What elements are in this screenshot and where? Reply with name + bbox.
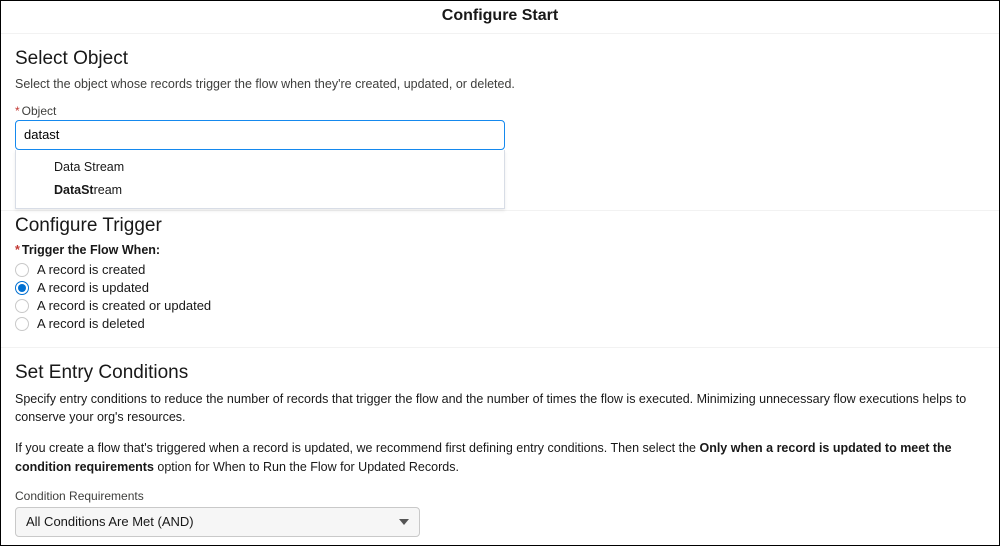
entry-conditions-heading: Set Entry Conditions: [15, 362, 985, 384]
select-object-section: Select Object Select the object whose re…: [1, 34, 999, 211]
para2-tail: option for When to Run the Flow for Upda…: [154, 460, 459, 474]
option-text-b: tream: [92, 160, 124, 174]
configure-start-dialog: Configure Start Select Object Select the…: [0, 0, 1000, 546]
option-rest-text: ream: [94, 183, 122, 197]
object-input[interactable]: [15, 120, 505, 150]
radio-icon: [15, 263, 29, 277]
object-field-label-text: Object: [22, 104, 57, 118]
entry-conditions-description-2: If you create a flow that's triggered wh…: [15, 439, 985, 477]
select-object-heading: Select Object: [15, 48, 985, 70]
radio-option-deleted[interactable]: A record is deleted: [15, 315, 985, 333]
chevron-down-icon: [399, 519, 409, 525]
required-indicator-icon: *: [15, 104, 20, 118]
trigger-when-label: *Trigger the Flow When:: [15, 243, 985, 257]
radio-option-created[interactable]: A record is created: [15, 261, 985, 279]
radio-icon: [15, 299, 29, 313]
para2-lead: If you create a flow that's triggered wh…: [15, 441, 699, 455]
radio-label: A record is updated: [37, 280, 149, 295]
object-dropdown: Data Stream DataStream: [15, 150, 505, 210]
condition-requirements-select[interactable]: All Conditions Are Met (AND): [15, 507, 420, 537]
configure-trigger-section: Configure Trigger *Trigger the Flow When…: [1, 211, 999, 348]
object-option-datastream[interactable]: DataStream: [16, 179, 504, 202]
radio-label: A record is created or updated: [37, 298, 211, 313]
condition-requirements-label: Condition Requirements: [15, 489, 985, 503]
object-field-label: *Object: [15, 104, 985, 118]
trigger-when-label-text: Trigger the Flow When:: [22, 243, 160, 257]
radio-option-updated[interactable]: A record is updated: [15, 279, 985, 297]
radio-label: A record is deleted: [37, 316, 145, 331]
option-text-a: Data S: [54, 160, 92, 174]
entry-conditions-section: Set Entry Conditions Specify entry condi…: [1, 348, 999, 546]
object-option-data-stream[interactable]: Data Stream: [16, 156, 504, 179]
object-combobox: Data Stream DataStream: [15, 120, 505, 150]
configure-trigger-heading: Configure Trigger: [15, 215, 985, 237]
entry-conditions-description-1: Specify entry conditions to reduce the n…: [15, 390, 985, 428]
trigger-when-radio-group: *Trigger the Flow When: A record is crea…: [15, 243, 985, 333]
option-match-text: DataSt: [54, 183, 94, 197]
select-object-description: Select the object whose records trigger …: [15, 76, 985, 94]
radio-label: A record is created: [37, 262, 145, 277]
dialog-title: Configure Start: [1, 1, 999, 34]
condition-requirements-value: All Conditions Are Met (AND): [26, 514, 194, 529]
condition-requirements-select-wrap: All Conditions Are Met (AND): [15, 507, 420, 537]
required-indicator-icon: *: [15, 243, 20, 257]
radio-option-created-or-updated[interactable]: A record is created or updated: [15, 297, 985, 315]
radio-icon: [15, 317, 29, 331]
radio-icon: [15, 281, 29, 295]
